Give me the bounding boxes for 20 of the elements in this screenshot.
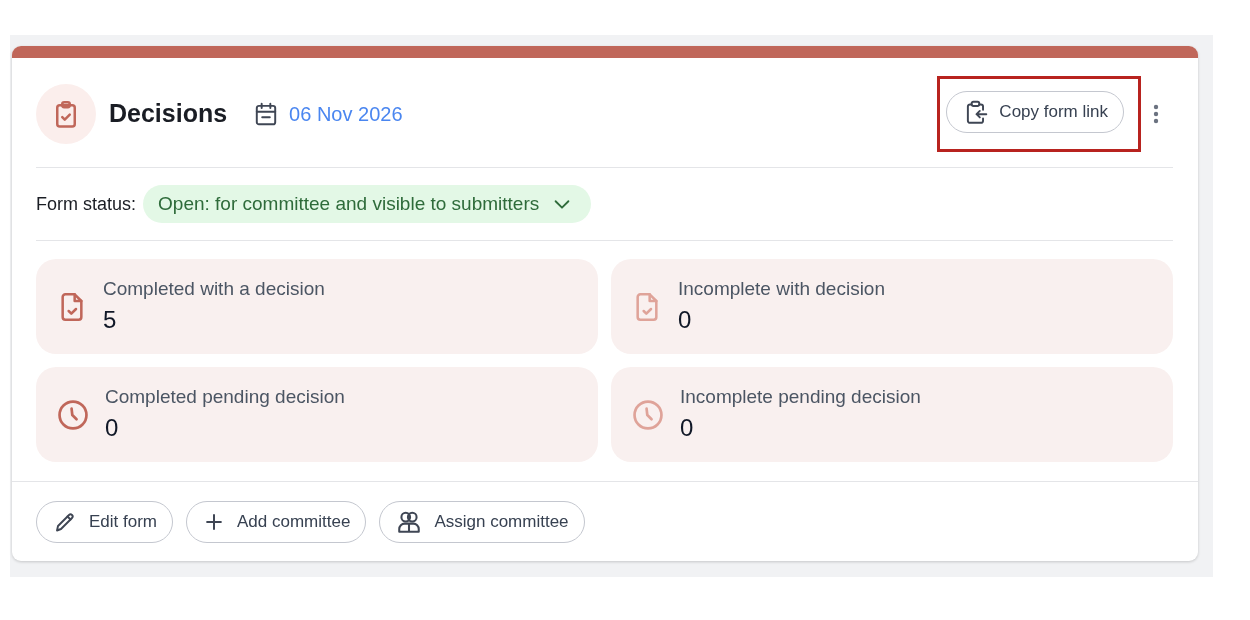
form-status-dropdown[interactable]: Open: for committee and visible to submitters: [143, 185, 592, 223]
card-title: Decisions: [109, 98, 228, 130]
more-options-button[interactable]: [1153, 104, 1159, 124]
add-committee-button[interactable]: Add committee: [186, 501, 367, 543]
stat-label: Incomplete pending decision: [680, 385, 921, 409]
stat-value: 0: [678, 305, 693, 336]
stat-value: 5: [103, 305, 118, 336]
pencil-icon: [53, 510, 77, 534]
kebab-menu-icon: [1153, 104, 1159, 124]
date-text: 06 Nov 2026: [289, 102, 403, 127]
stat-label: Incomplete with decision: [678, 277, 885, 301]
assign-committee-button[interactable]: Assign committee: [379, 501, 585, 543]
edit-form-button[interactable]: Edit form: [36, 501, 174, 543]
stat-value: 0: [105, 413, 120, 444]
stat-label: Completed with a decision: [103, 277, 325, 301]
form-status-label: Form status:: [36, 192, 137, 216]
stat-value: 0: [680, 413, 695, 444]
two-people-icon: [396, 509, 423, 535]
copy-form-link-button[interactable]: Copy form link: [946, 91, 1124, 133]
stat-label: Completed pending decision: [105, 385, 345, 409]
